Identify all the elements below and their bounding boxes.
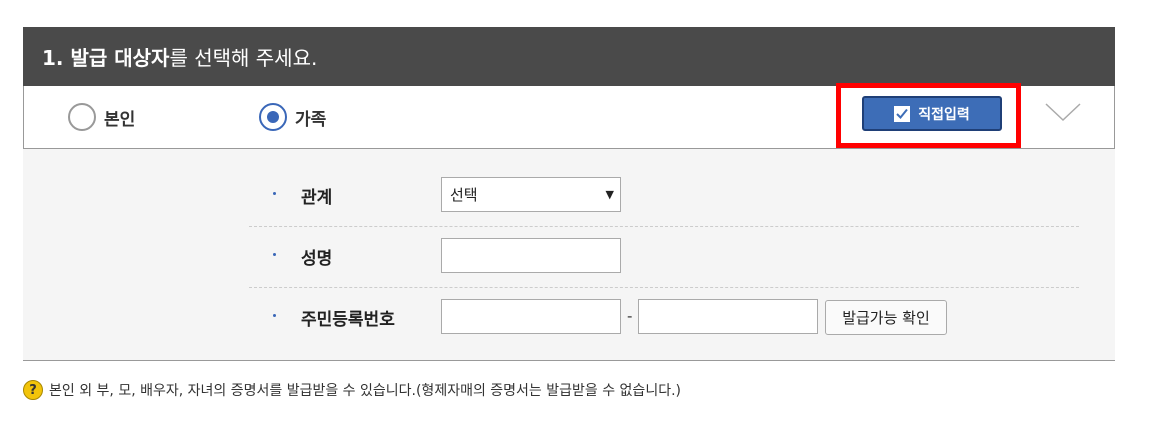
form-row-rrn: 주민등록번호 - 발급가능 확인: [249, 287, 1079, 348]
name-label: 성명: [301, 249, 333, 269]
rrn-label: 주민등록번호: [301, 310, 395, 330]
radio-family-label: 가족: [295, 109, 327, 130]
direct-input-label: 직접입력: [918, 106, 970, 123]
relation-label: 관계: [301, 188, 333, 208]
relation-select[interactable]: 선택 ▼: [441, 177, 621, 212]
header-title-rest: 를 선택해 주세요.: [169, 46, 318, 70]
notice-text: 본인 외 부, 모, 배우자, 자녀의 증명서를 발급받을 수 있습니다.(형제…: [49, 383, 681, 399]
form-row-name: 성명: [249, 226, 1079, 288]
radio-family[interactable]: 가족: [259, 86, 326, 148]
chevron-down-icon[interactable]: [1044, 100, 1082, 124]
rrn-first-input[interactable]: [441, 299, 621, 334]
radio-self-circle[interactable]: [68, 103, 96, 131]
checkbox-icon: [894, 105, 911, 122]
radio-self[interactable]: 본인: [68, 86, 135, 148]
section-header: 1. 발급 대상자 를 선택해 주세요.: [23, 27, 1115, 86]
checkmark-icon: [896, 108, 909, 119]
bullet-icon: [273, 192, 276, 195]
header-title-bold: 1. 발급 대상자: [42, 46, 170, 70]
bullet-icon: [273, 314, 276, 317]
notice: ? 본인 외 부, 모, 배우자, 자녀의 증명서를 발급받을 수 있습니다.(…: [23, 380, 681, 400]
direct-input-button[interactable]: 직접입력: [862, 96, 1002, 131]
radio-self-label: 본인: [104, 109, 136, 130]
rrn-second-input[interactable]: [638, 299, 818, 334]
relation-select-value: 선택: [450, 186, 478, 204]
dropdown-arrow-icon: ▼: [605, 188, 614, 201]
rrn-separator: -: [627, 307, 633, 325]
radio-selected-dot: [267, 111, 279, 123]
name-input[interactable]: [441, 238, 621, 273]
question-icon: ?: [23, 380, 43, 400]
radio-family-circle[interactable]: [259, 103, 287, 131]
bullet-icon: [273, 253, 276, 256]
form-row-relation: 관계 선택 ▼: [249, 165, 1079, 227]
family-info-form: 관계 선택 ▼ 성명 주민등록번호 - 발급가능 확인: [23, 149, 1115, 361]
verify-eligibility-button[interactable]: 발급가능 확인: [825, 300, 947, 335]
